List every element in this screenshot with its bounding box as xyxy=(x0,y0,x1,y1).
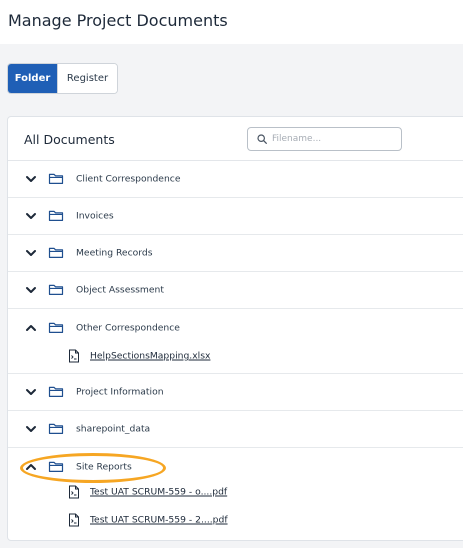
page-title: Manage Project Documents xyxy=(8,11,228,30)
folder-icon xyxy=(48,210,64,221)
folder-icon xyxy=(48,386,64,397)
folder-icon xyxy=(48,284,64,295)
chevron-down-icon[interactable] xyxy=(25,284,37,296)
folder-label: Client Correspondence xyxy=(76,173,181,185)
chevron-down-icon[interactable] xyxy=(25,173,37,185)
file-row[interactable]: Test UAT SCRUM-559 - 2....pdf xyxy=(8,506,463,534)
document-icon xyxy=(69,349,79,363)
folder-icon xyxy=(48,173,64,184)
filename-search[interactable] xyxy=(247,127,402,151)
folder-row-invoices[interactable]: Invoices xyxy=(8,198,463,235)
folder-row-object-assessment[interactable]: Object Assessment xyxy=(8,272,463,309)
chevron-down-icon[interactable] xyxy=(25,210,37,222)
register-view-button[interactable]: Register xyxy=(57,64,117,93)
documents-panel-header: All Documents xyxy=(8,117,463,161)
file-row[interactable]: HelpSectionsMapping.xlsx xyxy=(8,339,463,374)
filename-search-input[interactable] xyxy=(272,134,392,144)
view-toggle: Folder Register xyxy=(7,63,118,94)
folder-icon xyxy=(48,247,64,258)
documents-panel: All Documents Client Correspondence Invo… xyxy=(7,116,463,541)
folder-label: Object Assessment xyxy=(76,284,164,296)
file-row[interactable]: Test UAT SCRUM-559 - o....pdf xyxy=(8,478,463,506)
folder-row-sharepoint-data[interactable]: sharepoint_data xyxy=(8,411,463,448)
folder-label: Meeting Records xyxy=(76,247,153,259)
chevron-up-icon[interactable] xyxy=(25,322,37,334)
folder-label: Project Information xyxy=(76,386,164,398)
folder-row-meeting-records[interactable]: Meeting Records xyxy=(8,235,463,272)
file-link[interactable]: Test UAT SCRUM-559 - 2....pdf xyxy=(90,515,228,526)
chevron-down-icon[interactable] xyxy=(25,247,37,259)
folder-icon xyxy=(48,322,64,333)
all-documents-heading: All Documents xyxy=(24,132,115,147)
chevron-up-icon[interactable] xyxy=(25,461,37,473)
folder-view-button[interactable]: Folder xyxy=(8,64,57,93)
page-header: Manage Project Documents xyxy=(0,0,463,44)
document-icon xyxy=(69,513,79,527)
folder-row-project-information[interactable]: Project Information xyxy=(8,374,463,411)
file-link[interactable]: Test UAT SCRUM-559 - o....pdf xyxy=(90,487,227,498)
file-link[interactable]: HelpSectionsMapping.xlsx xyxy=(90,351,210,362)
chevron-down-icon[interactable] xyxy=(25,423,37,435)
folder-icon xyxy=(48,423,64,434)
document-icon xyxy=(69,485,79,499)
folder-row-client-correspondence[interactable]: Client Correspondence xyxy=(8,161,463,198)
folder-label: Site Reports xyxy=(76,461,132,472)
folder-label: Other Correspondence xyxy=(76,322,180,333)
folder-icon xyxy=(48,461,64,472)
folder-label: sharepoint_data xyxy=(76,423,151,435)
folder-label: Invoices xyxy=(76,210,114,222)
search-icon xyxy=(257,134,267,144)
chevron-down-icon[interactable] xyxy=(25,386,37,398)
